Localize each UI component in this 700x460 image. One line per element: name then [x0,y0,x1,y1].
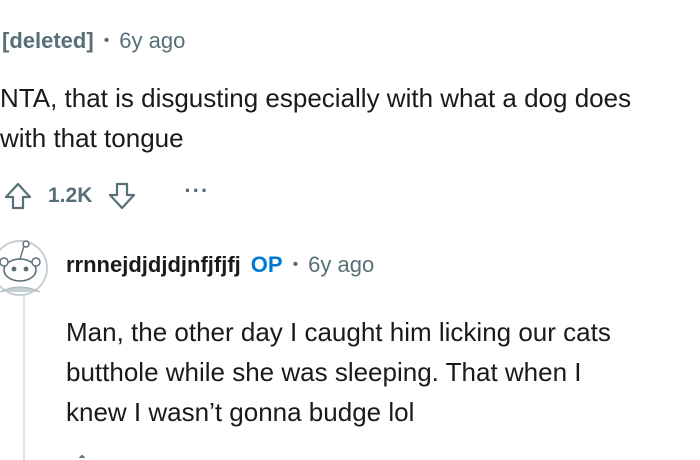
parent-comment-meta: [deleted] • 6y ago [2,26,185,56]
more-options-icon[interactable]: ··· [184,180,209,212]
reply-comment-meta: rrnnejdjdjdjnfjfjfj OP • 6y ago [66,250,374,280]
comment-score: 1.2K [48,184,93,207]
reply-comment-body: Man, the other day I caught him licking … [66,312,698,432]
reply-comment-body-line: Man, the other day I caught him licking … [66,317,611,347]
snoo-avatar[interactable] [0,232,50,300]
parent-comment-author[interactable]: [deleted] [2,28,94,54]
reply-comment-actions [62,450,182,458]
op-badge: OP [250,252,283,277]
parent-comment-age[interactable]: 6y ago [119,28,185,54]
reply-comment-author[interactable]: rrnnejdjdjdjnfjfjfj [66,252,241,278]
parent-comment-body: NTA, that is disgusting especially with … [0,78,700,158]
parent-comment-body-line: with that tongue [0,123,184,153]
reply-comment-age[interactable]: 6y ago [308,252,374,278]
parent-comment-actions: 1.2K ··· [2,176,209,216]
meta-separator: • [292,256,299,273]
upvote-arrow-icon[interactable] [2,180,34,212]
reply-comment-body-line: knew I wasn’t gonna budge lol [66,397,415,427]
upvote-arrow-icon[interactable] [62,450,182,458]
thread-line[interactable] [23,290,25,460]
downvote-arrow-icon[interactable] [106,180,138,212]
meta-separator: • [103,32,110,49]
reply-comment-body-line: butthole while she was sleeping. That wh… [66,357,582,387]
parent-comment-body-line: NTA, that is disgusting especially with … [0,83,632,113]
